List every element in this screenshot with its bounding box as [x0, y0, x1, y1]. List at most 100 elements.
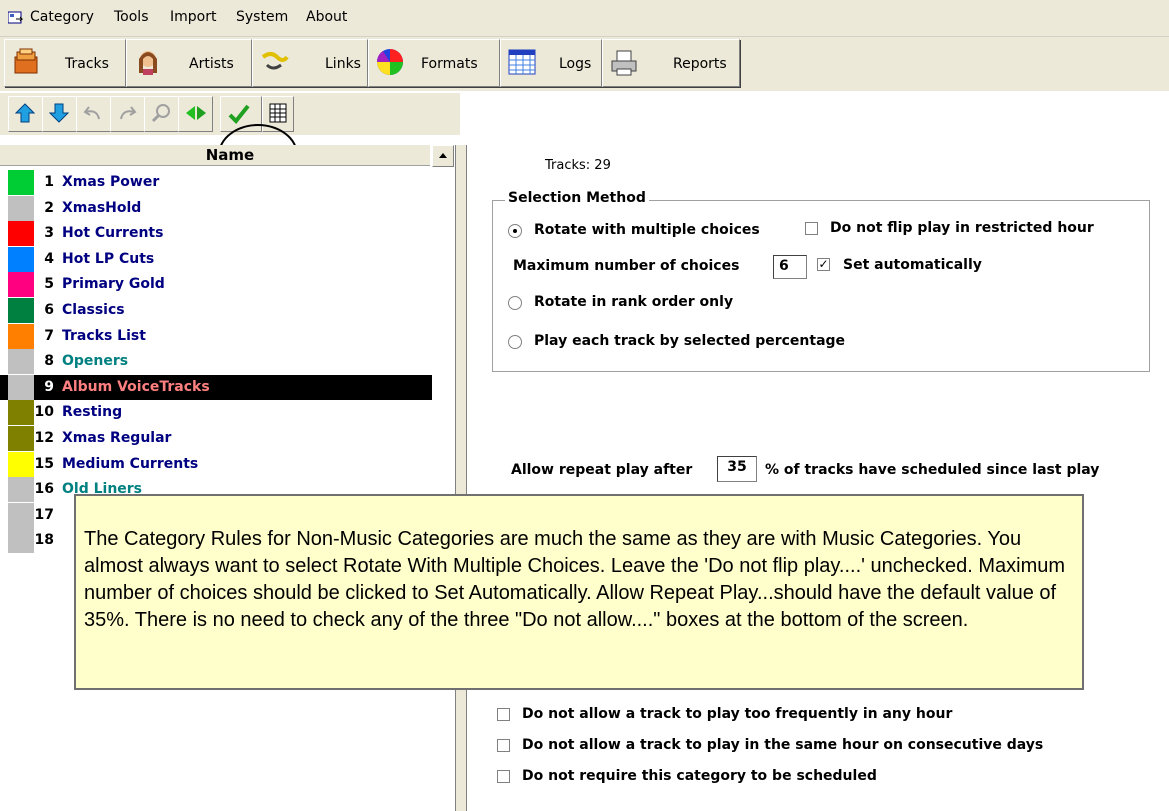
item-number: 1	[44, 174, 54, 190]
item-name: Resting	[62, 404, 123, 420]
scroll-up-button[interactable]	[432, 145, 454, 167]
name-column-header[interactable]: Name	[80, 146, 380, 164]
links-button[interactable]: Links	[252, 39, 368, 87]
item-number: 12	[34, 430, 54, 446]
formats-button[interactable]: Formats	[368, 39, 500, 87]
nav-toolbar	[0, 93, 460, 135]
redo-button[interactable]	[110, 96, 145, 132]
item-name: Xmas Power	[62, 174, 160, 190]
reports-button[interactable]: Reports	[602, 39, 740, 87]
selection-method-title: Selection Method	[505, 190, 649, 206]
main-toolbar: Tracks Artists Links Formats Logs Report…	[0, 37, 1169, 91]
item-name: Xmas Regular	[62, 430, 172, 446]
tracks-count: Tracks: 29	[545, 158, 611, 173]
percentage-radio[interactable]	[508, 335, 522, 349]
color-swatch	[8, 170, 34, 195]
logs-button[interactable]: Logs	[500, 39, 602, 87]
list-item[interactable]: 8 Openers	[0, 349, 432, 374]
menu-system[interactable]: System	[236, 9, 288, 25]
same-hour-checkbox[interactable]	[497, 739, 510, 752]
color-swatch	[8, 324, 34, 349]
item-number: 8	[44, 353, 54, 369]
checkmark-icon	[228, 104, 250, 124]
color-swatch	[8, 196, 34, 221]
no-flip-label: Do not flip play in restricted hour	[830, 220, 1094, 236]
rotate-multiple-radio[interactable]	[508, 224, 522, 238]
item-name: Primary Gold	[62, 276, 165, 292]
color-swatch	[8, 528, 34, 553]
list-item[interactable]: 10 Resting	[0, 400, 432, 425]
item-name: Hot LP Cuts	[62, 251, 155, 267]
undo-button[interactable]	[76, 96, 111, 132]
list-item[interactable]: 1 Xmas Power	[0, 170, 432, 195]
color-swatch	[8, 452, 34, 477]
not-required-checkbox[interactable]	[497, 770, 510, 783]
list-item[interactable]: 2 XmasHold	[0, 196, 432, 221]
color-swatch	[8, 298, 34, 323]
logs-icon	[508, 49, 536, 75]
too-frequent-label: Do not allow a track to play too frequen…	[522, 706, 953, 722]
list-item[interactable]: 9 Album VoiceTracks	[0, 375, 432, 400]
too-frequent-checkbox[interactable]	[497, 708, 510, 721]
app-icon	[8, 11, 24, 24]
menu-import[interactable]: Import	[170, 9, 216, 25]
list-item[interactable]: 12 Xmas Regular	[0, 426, 432, 451]
splitter[interactable]	[455, 145, 467, 811]
set-auto-checkbox[interactable]: ✓	[817, 258, 830, 271]
max-choices-label: Maximum number of choices	[513, 258, 740, 274]
item-number: 6	[44, 302, 54, 318]
item-name: Album VoiceTracks	[62, 379, 210, 395]
help-tooltip: The Category Rules for Non-Music Categor…	[74, 494, 1084, 690]
formats-icon	[376, 49, 403, 75]
repeat-play-label: Allow repeat play after	[511, 462, 693, 478]
percentage-label: Play each track by selected percentage	[534, 333, 846, 349]
not-required-label: Do not require this category to be sched…	[522, 768, 877, 784]
item-number: 4	[44, 251, 54, 267]
list-item[interactable]: 7 Tracks List	[0, 324, 432, 349]
list-item[interactable]: 6 Classics	[0, 298, 432, 323]
color-swatch	[8, 375, 34, 400]
item-number: 2	[44, 200, 54, 216]
find-button[interactable]	[144, 96, 179, 132]
links-icon	[261, 52, 289, 70]
item-number: 9	[44, 379, 54, 395]
link-button[interactable]	[178, 96, 213, 132]
tracks-button[interactable]: Tracks	[4, 39, 126, 87]
item-name: Hot Currents	[62, 225, 164, 241]
item-name: Openers	[62, 353, 129, 369]
color-swatch	[8, 221, 34, 246]
color-swatch	[8, 400, 34, 425]
reports-icon	[611, 50, 637, 76]
list-item[interactable]: 3 Hot Currents	[0, 221, 432, 246]
arrow-down-icon	[49, 103, 69, 123]
repeat-play-input[interactable]: 35	[717, 456, 757, 482]
rank-order-label: Rotate in rank order only	[534, 294, 734, 310]
list-item[interactable]: 4 Hot LP Cuts	[0, 247, 432, 272]
rank-order-radio[interactable]	[508, 296, 522, 310]
artists-button[interactable]: Artists	[126, 39, 252, 87]
item-number: 7	[44, 328, 54, 344]
item-number: 18	[34, 532, 54, 548]
menu-tools[interactable]: Tools	[114, 9, 149, 25]
repeat-play-suffix: % of tracks have scheduled since last pl…	[765, 462, 1100, 478]
artists-icon	[139, 51, 157, 75]
list-item[interactable]: 15 Medium Currents	[0, 452, 432, 477]
magnifier-icon	[151, 104, 170, 123]
grid-icon	[269, 103, 287, 123]
menu-bar: Category Tools Import System About	[0, 0, 1169, 37]
item-name: Medium Currents	[62, 456, 199, 472]
max-choices-input[interactable]: 6	[773, 255, 807, 279]
item-name: XmasHold	[62, 200, 142, 216]
item-name: Tracks List	[62, 328, 146, 344]
color-swatch	[8, 503, 34, 528]
menu-about[interactable]: About	[306, 9, 347, 25]
move-down-button[interactable]	[42, 96, 77, 132]
move-up-button[interactable]	[8, 96, 43, 132]
no-flip-checkbox[interactable]	[805, 222, 818, 235]
item-number: 15	[34, 456, 54, 472]
list-item[interactable]: 5 Primary Gold	[0, 272, 432, 297]
color-swatch	[8, 247, 34, 272]
menu-category[interactable]: Category	[30, 9, 94, 25]
redo-icon	[120, 106, 137, 120]
item-number: 3	[44, 225, 54, 241]
